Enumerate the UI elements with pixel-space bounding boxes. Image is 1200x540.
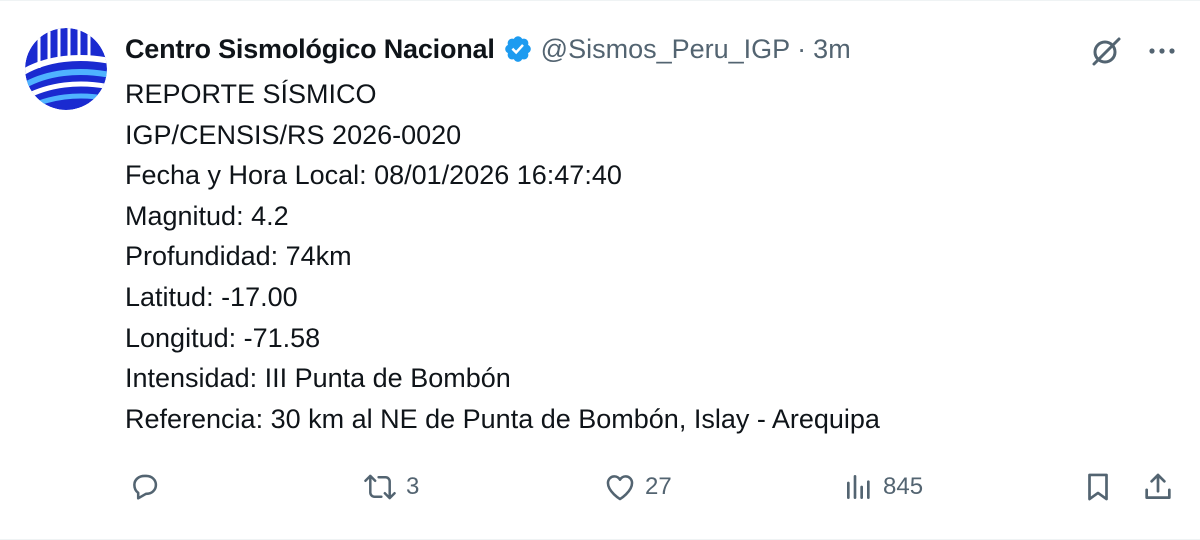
tweet-line-intensity: Intensidad: III Punta de Bombón [125,363,511,394]
share-button[interactable] [1141,464,1175,510]
separator-dot: · [797,33,807,64]
retweet-button[interactable]: 3 [362,464,419,510]
tweet-line-datetime: Fecha y Hora Local: 08/01/2026 16:47:40 [125,160,622,191]
tweet-line-latitude: Latitud: -17.00 [125,281,298,312]
tweet-line-report-id: IGP/CENSIS/RS 2026-0020 [125,119,462,150]
retweet-icon [364,474,396,500]
reply-icon [133,474,158,500]
share-icon [1145,473,1171,499]
tweet-line-longitude: Longitud: -71.58 [125,322,321,353]
tweet-text: REPORTE SÍSMICO IGP/CENSIS/RS 2026-0020 … [125,74,880,439]
like-count: 27 [645,473,672,500]
author-handle[interactable]: @Sismos_Peru_IGP [541,34,791,65]
bookmark-button[interactable] [1081,464,1115,510]
reply-button[interactable] [128,464,170,510]
like-button[interactable]: 27 [603,464,672,510]
views-count: 845 [883,473,924,500]
tweet-top-actions [1088,29,1178,73]
tweet-line-depth: Profundidad: 74km [125,241,352,272]
bookmark-icon [1088,473,1108,501]
tweet-card[interactable]: Centro Sismológico Nacional @Sismos_Peru… [0,0,1200,540]
tweet-line-magnitude: Magnitud: 4.2 [125,200,289,231]
tweet-line-reference: Referencia: 30 km al NE de Punta de Bomb… [125,403,880,434]
tweet-header: Centro Sismológico Nacional @Sismos_Peru… [125,29,851,69]
grok-icon[interactable] [1088,33,1124,69]
retweet-count: 3 [406,473,420,500]
author-name[interactable]: Centro Sismológico Nacional [125,34,495,65]
post-time[interactable]: 3m [813,34,851,65]
tweet-action-bar: 3 27 845 [0,464,1200,510]
heart-icon [606,475,634,501]
avatar[interactable] [25,28,107,110]
more-icon[interactable] [1146,35,1178,67]
tweet-line-title: REPORTE SÍSMICO [125,79,377,109]
verified-badge-icon[interactable] [503,34,533,64]
views-icon [847,475,870,499]
igp-logo-icon [25,28,107,110]
views-button[interactable]: 845 [843,464,923,510]
